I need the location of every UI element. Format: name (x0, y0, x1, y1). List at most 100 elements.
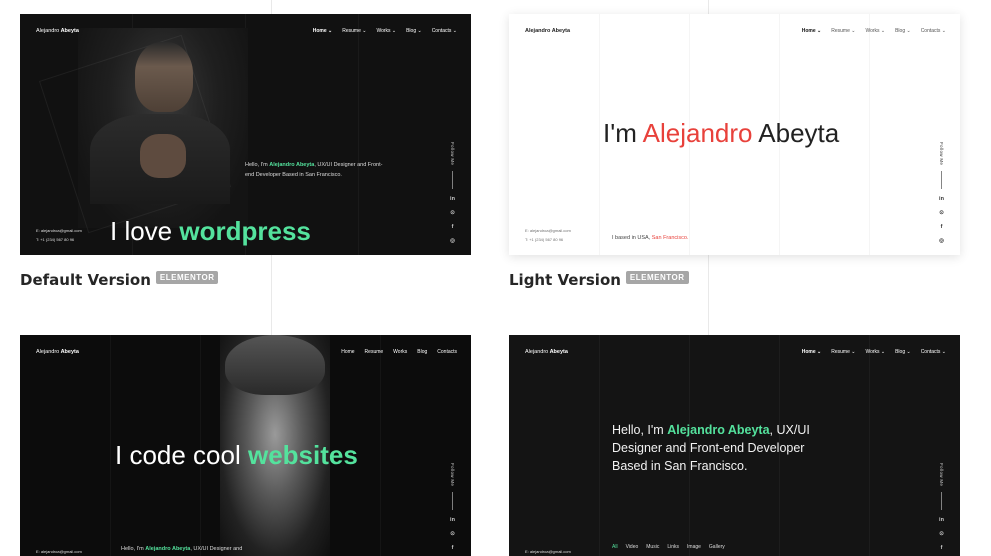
intro-name: Alejandro Abeyta (269, 162, 315, 168)
github-icon[interactable]: ⊙ (450, 530, 455, 538)
nav-resume[interactable]: Resume ⌄ (831, 349, 855, 355)
headline-plain: I code cool (115, 440, 248, 470)
filter-video[interactable]: Video (626, 544, 639, 550)
social-divider (452, 171, 453, 190)
demo-gallery: Alejandro Abeyta Home ⌄ Resume ⌄ Works ⌄… (0, 0, 991, 556)
contact-info: E: alejandroa@gmail.com (525, 547, 571, 556)
headline: I love wordpress (110, 216, 311, 247)
facebook-icon[interactable]: f (452, 223, 454, 231)
nav-home[interactable]: Home ⌄ (802, 28, 821, 34)
nav-contacts[interactable]: Contacts ⌄ (432, 28, 457, 34)
nav-home[interactable]: Home (341, 349, 354, 355)
nav-resume[interactable]: Resume ⌄ (342, 28, 366, 34)
filter-all[interactable]: All (612, 544, 618, 550)
nav-home[interactable]: Home ⌄ (313, 28, 332, 34)
facebook-icon[interactable]: f (941, 544, 943, 552)
follow-label: Follow Me (450, 142, 455, 166)
headline-accent: wordpress (179, 216, 311, 246)
linkedin-icon[interactable]: in (450, 195, 455, 203)
elementor-badge: ELEMENTOR (155, 271, 219, 284)
nav-home[interactable]: Home ⌄ (802, 349, 821, 355)
filter-music[interactable]: Music (646, 544, 659, 550)
demo-card-dark[interactable]: Alejandro Abeyta Home ⌄ Resume ⌄ Works ⌄… (509, 335, 960, 556)
contact-email[interactable]: E: alejandroa@gmail.com (36, 226, 82, 235)
filter-image[interactable]: Image (687, 544, 701, 550)
filter-gallery[interactable]: Gallery (709, 544, 725, 550)
linkedin-icon[interactable]: in (450, 516, 455, 524)
nav-contacts[interactable]: Contacts (437, 349, 457, 355)
nav-blog[interactable]: Blog ⌄ (406, 28, 422, 34)
headline-prefix: I'm (603, 118, 643, 148)
demo-card-default[interactable]: Alejandro Abeyta Home ⌄ Resume ⌄ Works ⌄… (20, 14, 471, 255)
portrait-hair (225, 335, 325, 395)
github-icon[interactable]: ⊙ (450, 209, 455, 217)
grid-line (599, 14, 600, 255)
grid-line (599, 335, 600, 556)
headline-suffix: Abeyta (752, 118, 840, 148)
based-city: San Francisco. (651, 235, 689, 241)
brand-first: Alejandro (525, 349, 549, 355)
demo-card-code[interactable]: Alejandro Abeyta Home Resume Works Blog … (20, 335, 471, 556)
linkedin-icon[interactable]: in (939, 195, 944, 203)
facebook-icon[interactable]: f (941, 223, 943, 231)
portrait-head (135, 42, 193, 112)
social-bar: Follow Me in ⊙ f ◎ (939, 142, 944, 245)
facebook-icon[interactable]: f (452, 544, 454, 552)
grid-line (869, 335, 870, 556)
nav-works[interactable]: Works ⌄ (376, 28, 396, 34)
grid-line (869, 14, 870, 255)
nav-works[interactable]: Works (393, 349, 407, 355)
brand-logo[interactable]: Alejandro Abeyta (36, 349, 79, 355)
intro-line-1: Hello, I'm Alejandro Abeyta, UX/UI (612, 421, 810, 439)
brand-last: Abeyta (549, 349, 568, 355)
instagram-icon[interactable]: ◎ (939, 237, 944, 245)
instagram-icon[interactable]: ◎ (450, 237, 455, 245)
follow-label: Follow Me (450, 463, 455, 487)
intro-prefix: Hello, I'm (245, 162, 270, 168)
contact-phone: T: +1 (234) 567 80 96 (36, 237, 75, 242)
contact-email[interactable]: E: alejandroa@gmail.com (525, 547, 571, 556)
nav-contacts[interactable]: Contacts ⌄ (921, 28, 946, 34)
social-divider (452, 492, 453, 511)
nav-blog[interactable]: Blog ⌄ (895, 349, 911, 355)
follow-label: Follow Me (939, 463, 944, 487)
brand-logo[interactable]: Alejandro Abeyta (525, 28, 570, 34)
nav-works[interactable]: Works ⌄ (865, 349, 885, 355)
brand-last: Abeyta (60, 349, 79, 355)
filter-links[interactable]: Links (667, 544, 679, 550)
grid-line (380, 335, 381, 556)
social-divider (941, 171, 942, 190)
based-prefix: I based in USA, (612, 235, 652, 241)
elementor-badge: ELEMENTOR (625, 271, 689, 284)
nav-resume[interactable]: Resume (365, 349, 384, 355)
nav-blog[interactable]: Blog (417, 349, 427, 355)
contact-phone: T: +1 (234) 567 80 96 (525, 237, 564, 242)
based-text: I based in USA, San Francisco. (612, 235, 688, 241)
intro-line-2: Designer and Front-end Developer (612, 441, 805, 455)
intro-text: Hello, I'm Alejandro Abeyta, UX/UI Desig… (612, 421, 810, 475)
brand-logo[interactable]: Alejandro Abeyta (525, 349, 568, 355)
contact-info: E: alejandroa@gmail.com T: +1 (234) 567 … (36, 226, 82, 244)
caption-light[interactable]: Light Version ELEMENTOR (509, 271, 689, 289)
social-bar: Follow Me in ⊙ f ◎ (450, 142, 455, 245)
intro-name: Alejandro Abeyta (145, 546, 191, 552)
intro-text: Hello, I'm Alejandro Abeyta, UX/UI Desig… (121, 546, 242, 552)
brand-logo[interactable]: Alejandro Abeyta (36, 28, 79, 34)
contact-email[interactable]: E: alejandroa@gmail.com (36, 547, 82, 556)
nav-resume[interactable]: Resume ⌄ (831, 28, 855, 34)
caption-title[interactable]: Default Version (20, 271, 151, 289)
github-icon[interactable]: ⊙ (939, 530, 944, 538)
linkedin-icon[interactable]: in (939, 516, 944, 524)
nav-contacts[interactable]: Contacts ⌄ (921, 349, 946, 355)
nav-works[interactable]: Works ⌄ (865, 28, 885, 34)
github-icon[interactable]: ⊙ (939, 209, 944, 217)
caption-title[interactable]: Light Version (509, 271, 621, 289)
grid-line (110, 335, 111, 556)
nav-blog[interactable]: Blog ⌄ (895, 28, 911, 34)
caption-default[interactable]: Default Version ELEMENTOR (20, 271, 219, 289)
contact-email[interactable]: E: alejandroa@gmail.com (525, 226, 571, 235)
headline-name: Alejandro (642, 118, 753, 148)
intro-line-3: Based in San Francisco. (612, 459, 748, 473)
intro-suffix: , UX/UI Designer and (190, 546, 243, 552)
demo-card-light[interactable]: Alejandro Abeyta Home ⌄ Resume ⌄ Works ⌄… (509, 14, 960, 255)
